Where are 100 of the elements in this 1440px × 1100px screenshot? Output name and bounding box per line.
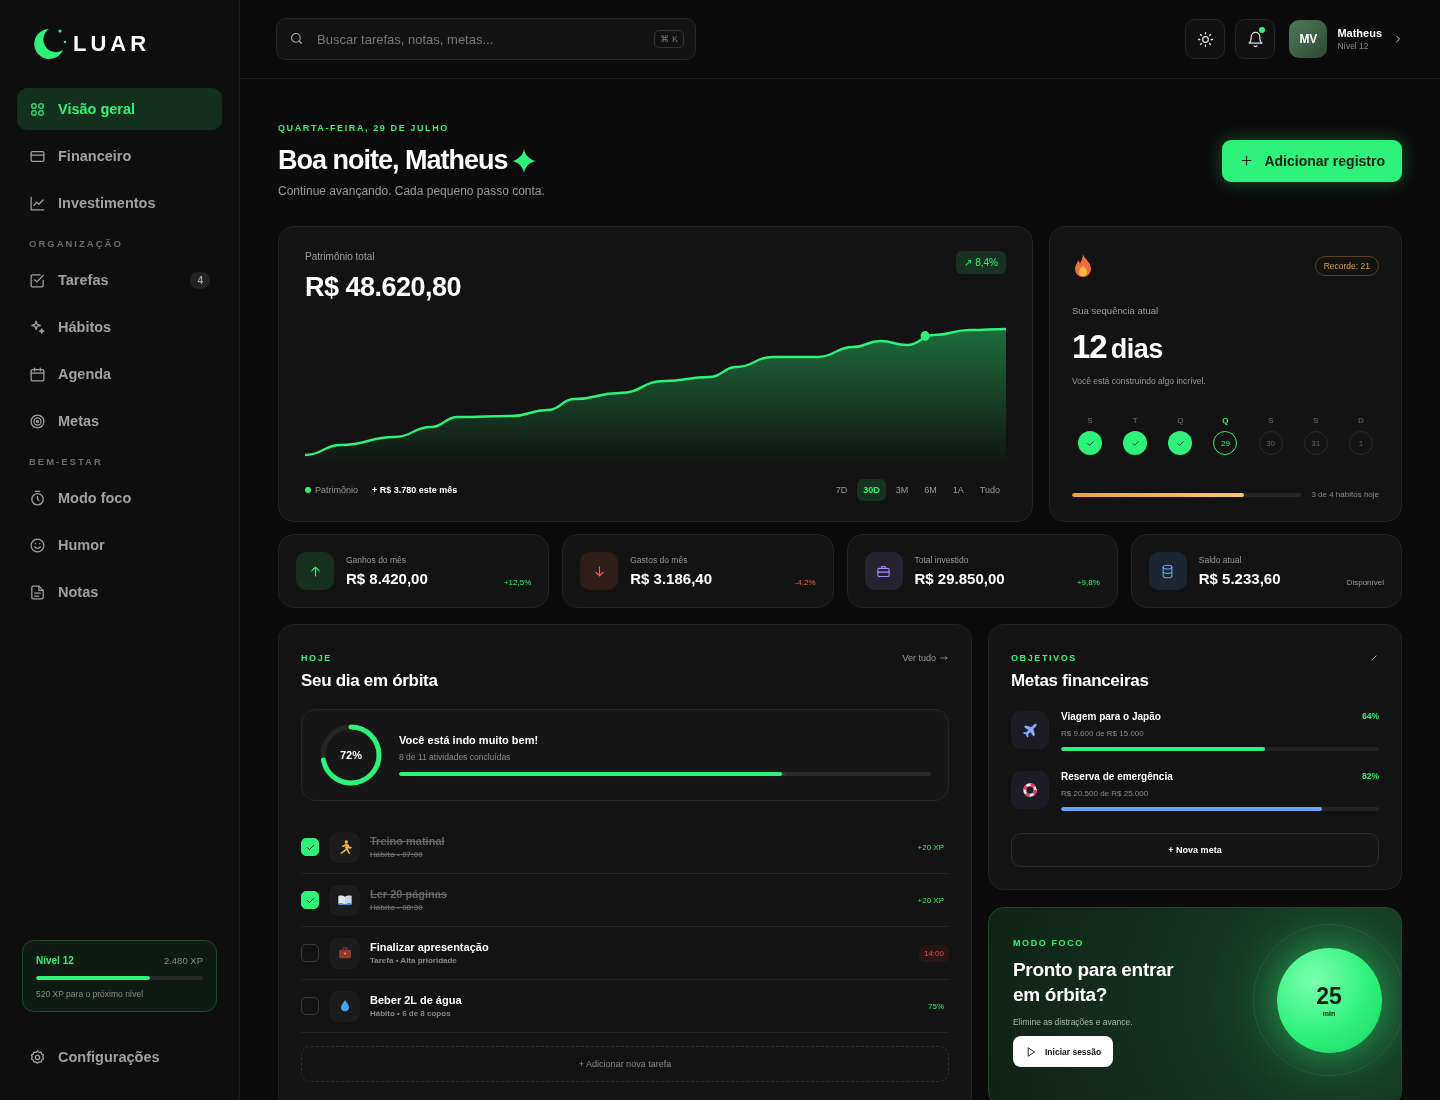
task-title: Beber 2L de água xyxy=(370,994,463,1006)
line-chart-icon xyxy=(29,194,46,212)
date-label: QUARTA-FEIRA, 29 DE JULHO xyxy=(278,123,450,133)
task-title: Finalizar apresentação xyxy=(370,941,490,953)
sidebar-item[interactable]: Investimentos xyxy=(17,182,222,224)
stat-change: -4,2% xyxy=(794,577,816,587)
nav-section-heading: BEM-ESTAR xyxy=(29,456,104,467)
range-tab[interactable]: 6M xyxy=(918,479,943,501)
user-level: Nível 12 xyxy=(1337,41,1370,51)
progress-percent: 72% xyxy=(340,749,362,761)
sidebar-item[interactable]: Financeiro xyxy=(17,135,222,177)
goal-name: Reserva de emergência xyxy=(1061,771,1173,782)
task-tag: 14:00 xyxy=(918,944,949,962)
xp-note: 520 XP para o próximo nível xyxy=(36,989,145,999)
range-tab[interactable]: 7D xyxy=(829,479,854,501)
habit-progress-caption: 3 de 4 hábitos hoje xyxy=(1311,490,1379,499)
change-badge: ↗ 8,4% xyxy=(956,251,1006,274)
range-tab[interactable]: 3M xyxy=(889,479,915,501)
sidebar-item[interactable]: Metas xyxy=(17,400,222,442)
sparkle-icon xyxy=(29,318,46,336)
stat-value: R$ 8.420,00 xyxy=(346,570,429,587)
task-title: Treino matinal xyxy=(370,835,446,847)
add-task-button[interactable]: + Adicionar nova tarefa xyxy=(301,1046,949,1082)
task-tag: 75% xyxy=(923,997,949,1015)
streak-label: Sua sequência atual xyxy=(1072,305,1160,316)
stat-value: R$ 5.233,60 xyxy=(1198,570,1282,587)
task-checkbox[interactable] xyxy=(301,997,319,1015)
streak-count: 12 xyxy=(1072,328,1107,366)
lifebuoy-icon xyxy=(1021,781,1039,799)
task-tag: +20 XP xyxy=(912,838,949,856)
airplane-icon xyxy=(1021,721,1039,739)
section-eyebrow: HOJE xyxy=(301,653,333,663)
sidebar-item[interactable]: Humor xyxy=(17,524,222,566)
user-avatar[interactable]: MV xyxy=(1289,20,1328,58)
chart-legend: Patrimônio xyxy=(305,485,359,495)
task-meta: Tarefa • Alta prioridade xyxy=(370,956,458,965)
task-checkbox[interactable] xyxy=(301,944,319,962)
task-title: Ler 20 páginas xyxy=(370,888,449,900)
range-tab[interactable]: Tudo xyxy=(973,479,1006,501)
task-tag: +20 XP xyxy=(912,891,949,909)
section-title: Metas financeiras xyxy=(1011,671,1149,691)
briefcase-icon xyxy=(876,563,891,579)
task-meta: Hábito • 08:30 xyxy=(370,903,424,912)
smiley-icon xyxy=(29,536,46,554)
sidebar-item[interactable]: Hábitos xyxy=(17,306,222,348)
settings-item[interactable]: Configurações xyxy=(17,1036,222,1078)
settings-icon xyxy=(29,1048,46,1066)
search-icon xyxy=(289,31,304,46)
sidebar-item[interactable]: Agenda xyxy=(17,353,222,395)
streak-note: Você está construindo algo incrível. xyxy=(1072,376,1207,386)
target-icon xyxy=(29,412,46,430)
new-goal-button[interactable]: + Nova meta xyxy=(1011,833,1379,867)
flame-icon xyxy=(1072,253,1094,279)
weekday-label: S xyxy=(1267,416,1274,425)
sidebar-item[interactable]: Notas xyxy=(17,571,222,613)
summary-title: Você está indo muito bem! xyxy=(399,734,540,746)
grid-icon xyxy=(29,100,46,118)
database-icon xyxy=(1160,563,1176,579)
greeting-subtitle: Continue avançando. Cada pequeno passo conta. xyxy=(278,184,545,198)
bell-icon xyxy=(1246,30,1264,48)
stopwatch-icon xyxy=(29,489,46,507)
see-all-link[interactable]: Ver tudo xyxy=(902,653,949,663)
weekday-label: D xyxy=(1358,416,1364,425)
briefcase-icon xyxy=(336,945,353,961)
stat-label: Saldo atual xyxy=(1198,555,1243,565)
stat-label: Ganhos do mês xyxy=(346,555,407,565)
calendar-icon xyxy=(29,365,46,383)
count-badge: 4 xyxy=(190,271,210,289)
weekday-label: Q xyxy=(1177,416,1184,425)
stat-label: Total investido xyxy=(914,555,970,565)
goal-percent: 64% xyxy=(1362,711,1379,722)
shortcut-key: ⌘ K xyxy=(654,30,684,48)
weekday-label: Q xyxy=(1222,416,1229,425)
stat-change: +12,5% xyxy=(503,577,532,587)
user-name: Matheus xyxy=(1337,27,1382,39)
add-record-button[interactable]: Adicionar registro xyxy=(1222,139,1402,182)
streak-unit: dias xyxy=(1110,334,1163,365)
theme-toggle-button[interactable] xyxy=(1185,19,1226,59)
sidebar-item[interactable]: Tarefas 4 xyxy=(17,259,222,301)
section-eyebrow: OBJETIVOS xyxy=(1011,653,1078,663)
weekday-label: T xyxy=(1132,416,1138,425)
xp-total: 2.480 XP xyxy=(163,955,203,966)
goal-amount: R$ 20.500 de R$ 25.000 xyxy=(1061,789,1150,798)
section-title: Seu dia em órbita xyxy=(301,671,438,691)
notification-button[interactable] xyxy=(1235,19,1276,59)
progress-ring xyxy=(319,723,383,787)
range-tab[interactable]: 1A xyxy=(946,479,970,501)
range-tab[interactable]: 30D xyxy=(857,479,886,501)
sidebar-item[interactable]: Modo foco xyxy=(17,477,222,519)
start-session-button[interactable]: Iniciar sessão xyxy=(1013,1036,1114,1068)
task-meta: Hábito • 07:00 xyxy=(370,850,424,859)
checkbox-icon xyxy=(29,271,46,289)
sidebar-item[interactable]: Visão geral xyxy=(17,88,222,130)
document-icon xyxy=(29,583,46,601)
stat-change: Disponível xyxy=(1346,577,1384,587)
weekday-label: S xyxy=(1313,416,1319,425)
summary-subtitle: 8 de 11 atividades concluídas xyxy=(399,752,512,762)
play-icon xyxy=(1025,1045,1037,1058)
greeting-title: Boa noite, Matheus xyxy=(278,145,508,176)
sun-icon xyxy=(1196,30,1214,48)
